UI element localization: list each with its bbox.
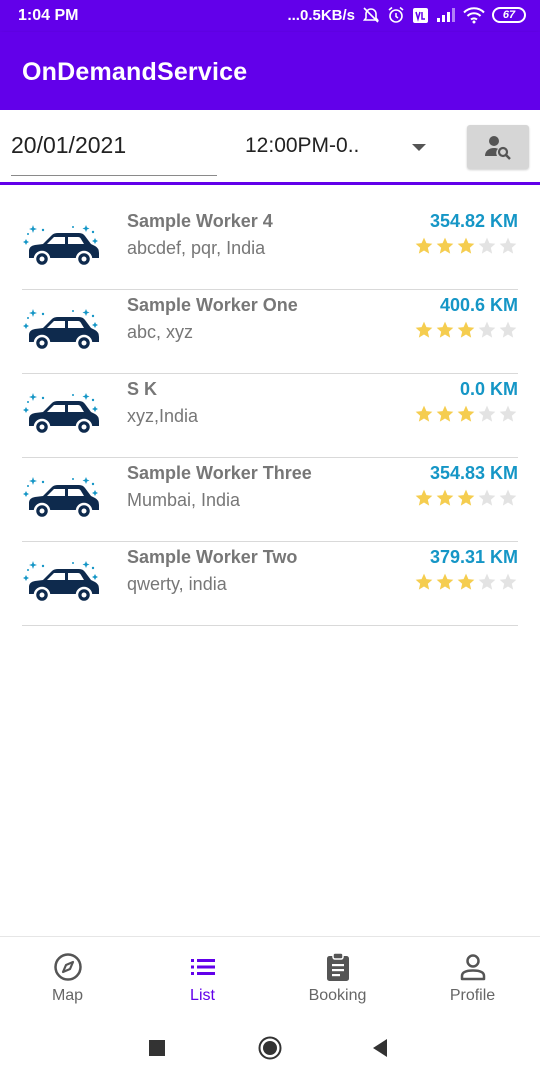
list-icon: [190, 959, 215, 975]
worker-distance: 354.83 KM: [429, 463, 518, 483]
worker-list-item[interactable]: Sample Worker 4 abcdef, pqr, India 354.8…: [0, 206, 540, 290]
worker-address: abcdef, pqr, India: [127, 238, 266, 258]
star-filled-icon: [436, 237, 454, 254]
rating-stars: [414, 320, 518, 340]
star-empty-icon: [478, 405, 496, 422]
star-empty-icon: [499, 573, 517, 590]
nav-label-booking: Booking: [308, 987, 367, 1004]
time-slot-dropdown[interactable]: 12:00PM-0..: [245, 134, 430, 164]
star-empty-icon: [499, 237, 517, 254]
app-bar: OnDemandService: [0, 32, 540, 110]
filter-bar: 20/01/2021 12:00PM-0..: [0, 110, 540, 185]
star-filled-icon: [457, 405, 475, 422]
car-wash-icon: [23, 477, 99, 520]
worker-address: Mumbai, India: [127, 490, 241, 510]
worker-list-item[interactable]: Sample Worker Three Mumbai, India 354.83…: [0, 458, 540, 542]
worker-address: abc, xyz: [127, 322, 194, 342]
app-title: OnDemandService: [22, 58, 248, 86]
worker-list: Sample Worker 4 abcdef, pqr, India 354.8…: [0, 206, 540, 626]
star-empty-icon: [478, 237, 496, 254]
back-button[interactable]: [368, 1036, 392, 1060]
battery-icon: 67: [492, 7, 526, 23]
star-empty-icon: [478, 573, 496, 590]
nav-label-map: Map: [51, 987, 84, 1004]
worker-distance: 354.82 KM: [429, 211, 518, 231]
search-worker-button[interactable]: [467, 125, 529, 169]
star-filled-icon: [436, 405, 454, 422]
worker-address: qwerty, india: [127, 574, 227, 594]
worker-list-item[interactable]: Sample Worker Two qwerty, india 379.31 K…: [0, 542, 540, 626]
nav-label-list: List: [190, 987, 215, 1004]
star-empty-icon: [478, 321, 496, 338]
star-empty-icon: [499, 321, 517, 338]
rating-stars: [414, 572, 518, 592]
signal-icon: [437, 8, 455, 22]
rating-stars: [414, 404, 518, 424]
star-filled-icon: [415, 489, 433, 506]
clipboard-icon: [326, 952, 349, 981]
star-filled-icon: [415, 237, 433, 254]
compass-icon: [53, 953, 82, 981]
volte-icon: [413, 7, 428, 23]
worker-list-item[interactable]: Sample Worker One abc, xyz 400.6 KM: [0, 290, 540, 374]
worker-name: Sample Worker 4: [127, 211, 273, 231]
system-navigation-bar: [0, 1016, 540, 1080]
star-filled-icon: [436, 573, 454, 590]
recent-apps-button[interactable]: [145, 1036, 169, 1060]
car-wash-icon: [23, 561, 99, 604]
rating-stars: [414, 236, 518, 256]
star-empty-icon: [499, 489, 517, 506]
worker-name: Sample Worker One: [127, 295, 298, 315]
star-empty-icon: [478, 489, 496, 506]
status-time: 1:04 PM: [18, 7, 79, 24]
person-search-icon: [485, 136, 511, 160]
alarm-off-icon: [362, 7, 380, 23]
worker-address: xyz,India: [127, 406, 199, 426]
car-wash-icon: [23, 393, 99, 436]
worker-distance: 379.31 KM: [429, 547, 518, 567]
worker-distance: 400.6 KM: [439, 295, 518, 315]
status-bar: 1:04 PM ...0.5KB/s 67: [0, 0, 540, 32]
home-button[interactable]: [258, 1036, 282, 1060]
dropdown-arrow-icon: [412, 144, 426, 151]
alarm-icon: [388, 6, 404, 23]
worker-list-item[interactable]: S K xyz,India 0.0 KM: [0, 374, 540, 458]
star-filled-icon: [415, 573, 433, 590]
star-empty-icon: [499, 405, 517, 422]
nav-item-profile[interactable]: Profile: [405, 937, 540, 1017]
star-filled-icon: [415, 321, 433, 338]
star-filled-icon: [415, 405, 433, 422]
time-slot-value: 12:00PM-0..: [245, 134, 360, 157]
nav-item-booking[interactable]: Booking: [270, 937, 405, 1017]
nav-item-map[interactable]: Map: [0, 937, 135, 1017]
nav-label-profile: Profile: [449, 987, 496, 1004]
bottom-navigation: Map List Booking Profile: [0, 936, 540, 1016]
car-wash-icon: [23, 225, 99, 268]
wifi-icon: [463, 6, 485, 23]
worker-name: Sample Worker Three: [127, 463, 312, 483]
nav-item-list[interactable]: List: [135, 937, 270, 1017]
network-speed: ...0.5KB/s: [287, 6, 355, 24]
star-filled-icon: [436, 489, 454, 506]
car-wash-icon: [23, 309, 99, 352]
status-icons: ...0.5KB/s 67: [287, 6, 526, 24]
worker-name: S K: [127, 379, 158, 399]
rating-stars: [414, 488, 518, 508]
worker-name: Sample Worker Two: [127, 547, 298, 567]
list-divider: [22, 625, 518, 626]
person-icon: [460, 954, 485, 981]
star-filled-icon: [436, 321, 454, 338]
star-filled-icon: [457, 489, 475, 506]
star-filled-icon: [457, 237, 475, 254]
worker-distance: 0.0 KM: [459, 379, 518, 399]
date-field[interactable]: 20/01/2021: [11, 132, 217, 176]
star-filled-icon: [457, 321, 475, 338]
star-filled-icon: [457, 573, 475, 590]
